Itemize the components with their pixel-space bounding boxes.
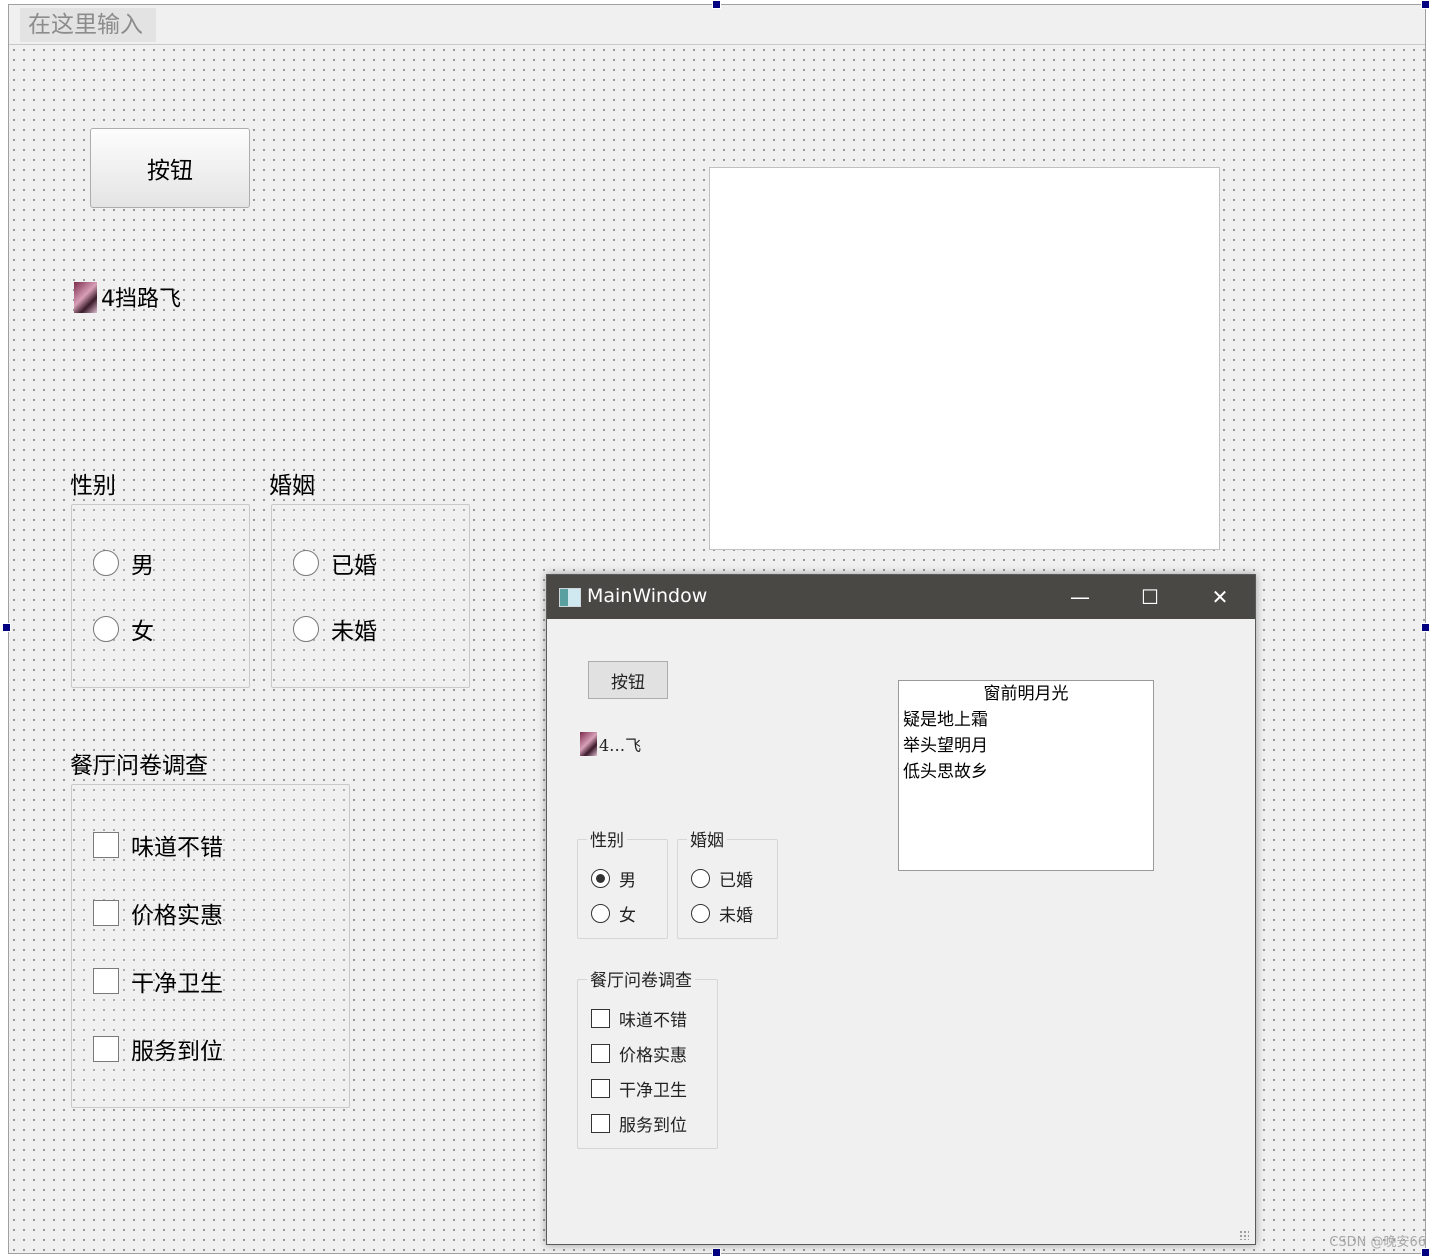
app-icon xyxy=(559,588,581,607)
checkbox-indicator[interactable] xyxy=(591,1009,610,1028)
luffy-avatar-icon xyxy=(580,732,597,756)
checkbox-indicator[interactable] xyxy=(93,832,119,858)
checkbox-label: 味道不错 xyxy=(131,835,223,861)
menu-placeholder[interactable]: 在这里输入 xyxy=(20,8,156,42)
preview-image-label-text: 4…飞 xyxy=(599,736,642,755)
radio-label: 女 xyxy=(131,619,154,645)
resize-handle-left[interactable] xyxy=(2,623,11,632)
size-grip-icon[interactable] xyxy=(1239,1230,1249,1240)
radio-indicator[interactable] xyxy=(691,869,710,888)
designer-radio-married[interactable]: 已婚 xyxy=(293,546,377,580)
resize-handle-top-right[interactable] xyxy=(1421,0,1430,9)
checkbox-indicator[interactable] xyxy=(591,1044,610,1063)
designer-radio-unmarried[interactable]: 未婚 xyxy=(293,612,377,646)
designer-image-label-text: 4挡路飞 xyxy=(101,287,181,312)
list-item[interactable]: 疑是地上霜 xyxy=(899,707,1153,733)
maximize-icon[interactable]: ☐ xyxy=(1115,575,1185,619)
preview-survey-title: 餐厅问卷调查 xyxy=(587,966,695,991)
radio-indicator[interactable] xyxy=(591,869,610,888)
designer-check-price[interactable]: 价格实惠 xyxy=(93,896,223,930)
preview-check-clean[interactable]: 干净卫生 xyxy=(591,1076,687,1101)
checkbox-label: 价格实惠 xyxy=(131,903,223,929)
designer-image-label[interactable]: 4挡路飞 xyxy=(74,281,181,313)
radio-indicator[interactable] xyxy=(293,616,319,642)
checkbox-indicator[interactable] xyxy=(591,1114,610,1133)
radio-label: 男 xyxy=(131,553,154,579)
designer-radio-male[interactable]: 男 xyxy=(93,546,154,580)
designer-radio-female[interactable]: 女 xyxy=(93,612,154,646)
radio-label: 未婚 xyxy=(719,906,753,926)
preview-radio-unmarried[interactable]: 未婚 xyxy=(691,901,753,926)
watermark: CSDN @晚安66 xyxy=(1329,1235,1426,1250)
menu-bar xyxy=(9,5,1425,45)
designer-marriage-group[interactable] xyxy=(271,504,470,688)
designer-check-clean[interactable]: 干净卫生 xyxy=(93,964,223,998)
radio-indicator[interactable] xyxy=(93,550,119,576)
checkbox-label: 干净卫生 xyxy=(131,971,223,997)
checkbox-label: 服务到位 xyxy=(619,1116,687,1136)
luffy-avatar-icon xyxy=(74,281,97,313)
preview-check-service[interactable]: 服务到位 xyxy=(591,1111,687,1136)
radio-indicator[interactable] xyxy=(93,616,119,642)
checkbox-indicator[interactable] xyxy=(93,968,119,994)
list-item[interactable]: 低头思故乡 xyxy=(899,759,1153,785)
radio-label: 已婚 xyxy=(331,553,377,579)
designer-survey-title: 餐厅问卷调查 xyxy=(70,753,208,779)
window-title: MainWindow xyxy=(587,585,708,607)
preview-push-button[interactable]: 按钮 xyxy=(588,661,668,699)
radio-indicator[interactable] xyxy=(591,904,610,923)
preview-radio-male[interactable]: 男 xyxy=(591,866,636,891)
radio-label: 未婚 xyxy=(331,619,377,645)
designer-check-taste[interactable]: 味道不错 xyxy=(93,828,223,862)
designer-push-button[interactable]: 按钮 xyxy=(90,128,250,208)
resize-handle-top[interactable] xyxy=(712,0,721,9)
preview-main-window[interactable]: MainWindow — ☐ ✕ 按钮 4…飞 性别 男 女 婚姻 已婚 未婚 … xyxy=(546,574,1256,1245)
designer-gender-group[interactable] xyxy=(71,504,250,688)
checkbox-label: 味道不错 xyxy=(619,1011,687,1031)
radio-indicator[interactable] xyxy=(293,550,319,576)
designer-gender-title: 性别 xyxy=(70,473,116,499)
preview-check-price[interactable]: 价格实惠 xyxy=(591,1041,687,1066)
checkbox-indicator[interactable] xyxy=(93,900,119,926)
minimize-icon[interactable]: — xyxy=(1045,575,1115,619)
radio-label: 已婚 xyxy=(719,871,753,891)
list-item[interactable]: 窗前明月光 xyxy=(899,681,1153,707)
designer-check-service[interactable]: 服务到位 xyxy=(93,1032,223,1066)
checkbox-indicator[interactable] xyxy=(591,1079,610,1098)
checkbox-label: 干净卫生 xyxy=(619,1081,687,1101)
radio-indicator[interactable] xyxy=(691,904,710,923)
checkbox-label: 价格实惠 xyxy=(619,1046,687,1066)
radio-label: 男 xyxy=(619,871,636,891)
preview-image-label: 4…飞 xyxy=(580,732,641,756)
list-item[interactable]: 举头望明月 xyxy=(899,733,1153,759)
radio-label: 女 xyxy=(619,906,636,926)
preview-radio-married[interactable]: 已婚 xyxy=(691,866,753,891)
preview-poem-list[interactable]: 窗前明月光 疑是地上霜 举头望明月 低头思故乡 xyxy=(898,680,1154,871)
preview-gender-title: 性别 xyxy=(587,826,627,851)
designer-marriage-title: 婚姻 xyxy=(269,473,315,499)
window-titlebar[interactable]: MainWindow — ☐ ✕ xyxy=(547,575,1255,619)
preview-radio-female[interactable]: 女 xyxy=(591,901,636,926)
checkbox-indicator[interactable] xyxy=(93,1036,119,1062)
checkbox-label: 服务到位 xyxy=(131,1039,223,1065)
preview-marriage-title: 婚姻 xyxy=(687,826,727,851)
designer-list-widget[interactable] xyxy=(709,167,1220,550)
resize-handle-bottom[interactable] xyxy=(712,1248,721,1257)
close-icon[interactable]: ✕ xyxy=(1185,575,1255,619)
preview-check-taste[interactable]: 味道不错 xyxy=(591,1006,687,1031)
resize-handle-right[interactable] xyxy=(1421,623,1430,632)
